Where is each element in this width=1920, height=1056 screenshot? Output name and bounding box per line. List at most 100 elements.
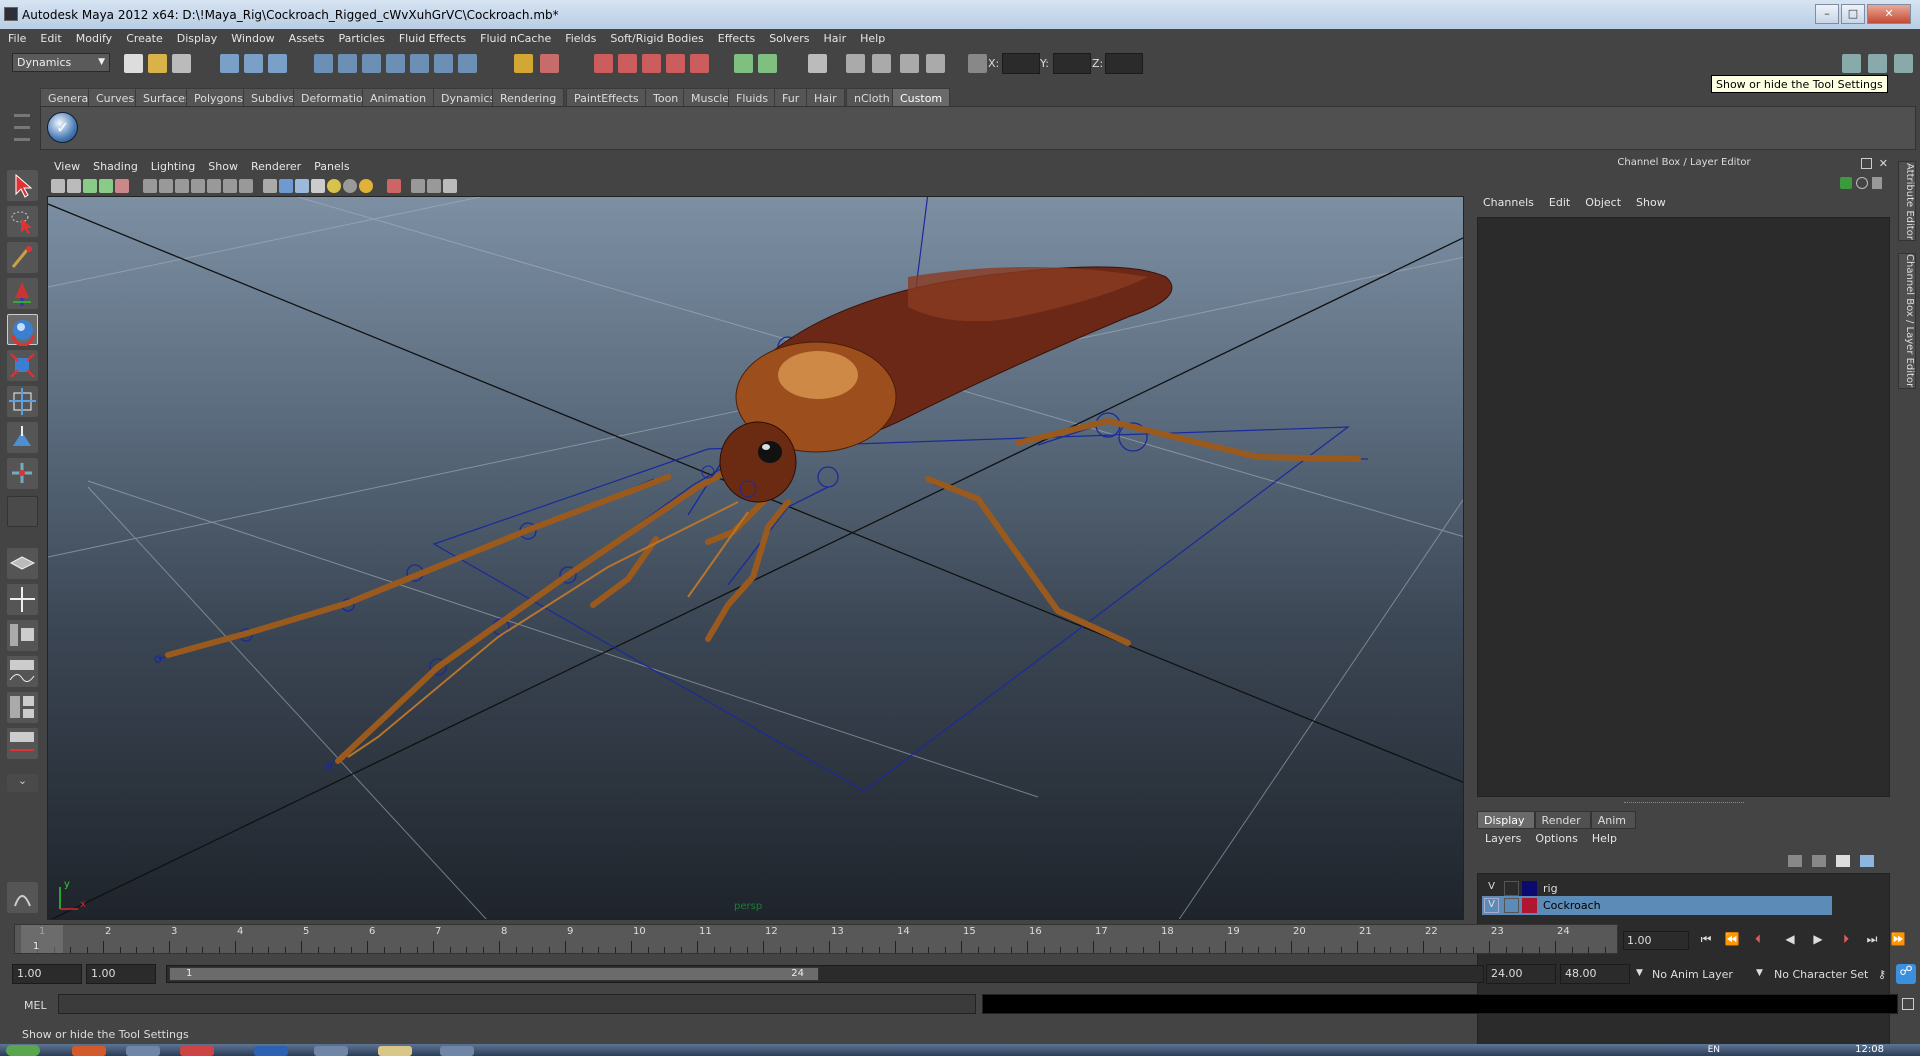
layer-color-swatch[interactable] (1522, 881, 1537, 896)
layer-color-swatch[interactable] (1522, 898, 1537, 913)
paint-select-tool-icon[interactable] (7, 242, 38, 273)
menu-effects[interactable]: Effects (710, 29, 761, 45)
script-editor-icon[interactable] (846, 54, 865, 73)
reflection-icon[interactable] (758, 54, 777, 73)
select-tool-icon[interactable] (7, 170, 38, 201)
menu-soft-rigid-bodies[interactable]: Soft/Rigid Bodies (602, 29, 709, 45)
menu-solvers[interactable]: Solvers (761, 29, 815, 45)
layer-tab-anim[interactable]: Anim (1590, 811, 1636, 829)
menu-file[interactable]: File (0, 29, 32, 45)
render-settings-icon[interactable] (642, 54, 661, 73)
safe-action-icon[interactable] (223, 179, 237, 193)
shelf-tab-rendering[interactable]: Rendering (492, 88, 565, 107)
open-scene-icon[interactable] (148, 54, 167, 73)
textured-icon[interactable] (311, 179, 325, 193)
shelf-tab-ncloth[interactable]: nCloth (846, 88, 898, 107)
field-chart-icon[interactable] (207, 179, 221, 193)
scale-tool-icon[interactable] (7, 350, 38, 381)
menu-create[interactable]: Create (118, 29, 169, 45)
smooth-shade-icon[interactable] (279, 179, 293, 193)
layer-menu-options[interactable]: Options (1527, 832, 1583, 845)
taskbar-app-icon[interactable] (180, 1046, 214, 1056)
y-field[interactable] (1053, 53, 1091, 74)
quick-layout-icon[interactable] (7, 882, 38, 913)
channel-box-menu-object[interactable]: Object (1576, 196, 1627, 209)
range-slider-track[interactable]: 1 24 (166, 965, 1484, 983)
lasso-tool-icon[interactable] (7, 206, 38, 237)
toggle-channel-box-icon[interactable] (1894, 54, 1913, 73)
time-slider[interactable]: 1234567891011121314151617181920212223241 (14, 924, 1618, 954)
layer-tab-render[interactable]: Render (1534, 811, 1591, 829)
current-frame-field[interactable]: 1.00 (1623, 931, 1689, 950)
snap-view-icon[interactable] (458, 54, 477, 73)
image-plane-icon[interactable] (99, 179, 113, 193)
use-all-lights-icon[interactable] (327, 179, 341, 193)
menu-particles[interactable]: Particles (330, 29, 390, 45)
panel-menu-shading[interactable]: Shading (86, 157, 144, 173)
new-layer-icon[interactable] (1836, 855, 1850, 867)
snap-point-icon[interactable] (362, 54, 381, 73)
show-manipulator-tool-icon[interactable] (7, 458, 38, 489)
wireframe-icon[interactable] (263, 179, 277, 193)
construction-history-icon[interactable] (734, 54, 753, 73)
render-view-icon[interactable] (690, 54, 709, 73)
snap-live-icon[interactable] (434, 54, 453, 73)
lock-icon[interactable] (514, 54, 533, 73)
taskbar-browser-icon[interactable] (72, 1046, 106, 1056)
layer-display-type-toggle[interactable] (1504, 881, 1519, 896)
z-field[interactable] (1105, 53, 1143, 74)
side-tab-channel-box-layer-editor[interactable]: Channel Box / Layer Editor (1898, 253, 1916, 389)
soft-mod-tool-icon[interactable] (7, 422, 38, 453)
panel-menu-panels[interactable]: Panels (307, 157, 355, 173)
menu-fluid-ncache[interactable]: Fluid nCache (472, 29, 557, 45)
shelf-tab-animation[interactable]: Animation (362, 88, 435, 107)
layer-row[interactable]: V Cockroach (1482, 896, 1832, 915)
persp-graph-layout-icon[interactable] (7, 656, 38, 687)
end-time-field[interactable]: 48.00 (1560, 964, 1630, 984)
layer-display-type-toggle[interactable] (1504, 898, 1519, 913)
script-editor-icon[interactable] (1902, 998, 1914, 1010)
range-slider-handle[interactable]: 1 24 (169, 967, 819, 981)
custom-shelf-button[interactable]: ✓ (47, 112, 78, 143)
close-panel-icon[interactable]: ✕ (1879, 157, 1888, 170)
panel-menu-renderer[interactable]: Renderer (244, 157, 307, 173)
go-to-end-icon[interactable]: ⏭ (1860, 932, 1884, 950)
shelf-tab-polygons[interactable]: Polygons (186, 88, 251, 107)
menu-window[interactable]: Window (223, 29, 280, 45)
layer-menu-layers[interactable]: Layers (1477, 832, 1527, 845)
step-forward-frame-icon[interactable]: ⏩ (1886, 932, 1910, 950)
x-field[interactable] (1002, 53, 1040, 74)
persp-trax-layout-icon[interactable] (7, 728, 38, 759)
perspective-viewport[interactable]: y x persp (47, 196, 1464, 920)
xray-joints-icon[interactable] (427, 179, 441, 193)
go-to-start-icon[interactable]: ⏮ (1694, 932, 1718, 950)
snap-grid-icon[interactable] (314, 54, 333, 73)
panel-splitter[interactable] (1624, 802, 1744, 804)
hypershade-icon[interactable] (666, 54, 685, 73)
layer-tab-display[interactable]: Display (1477, 811, 1535, 829)
playback-start-field[interactable]: 1.00 (86, 964, 156, 984)
new-scene-icon[interactable] (124, 54, 143, 73)
shelf-tab-custom[interactable]: Custom (892, 88, 951, 107)
start-time-field[interactable]: 1.00 (12, 964, 82, 984)
shadows-icon[interactable] (343, 179, 357, 193)
move-layer-up-icon[interactable] (1788, 855, 1802, 867)
toggle-tool-settings-icon[interactable] (1842, 54, 1861, 73)
new-layer-selected-icon[interactable] (1860, 855, 1874, 867)
taskbar-maya-icon[interactable] (440, 1046, 474, 1056)
float-panel-icon[interactable] (1861, 158, 1872, 169)
xray-icon[interactable] (411, 179, 425, 193)
layer-menu-help[interactable]: Help (1584, 832, 1623, 845)
command-input[interactable] (58, 994, 976, 1014)
chevron-down-icon[interactable]: ⌄ (7, 774, 38, 792)
render-current-frame-icon[interactable] (594, 54, 613, 73)
select-object-icon[interactable] (244, 54, 263, 73)
taskbar-app-icon[interactable] (126, 1046, 160, 1056)
character-set-selector[interactable]: No Character Set (1774, 968, 1868, 981)
last-tool-used-icon[interactable] (7, 496, 38, 527)
bookmarks-icon[interactable] (83, 179, 97, 193)
menu-fields[interactable]: Fields (557, 29, 602, 45)
shelf-tab-painteffects[interactable]: PaintEffects (566, 88, 647, 107)
menu-set-selector[interactable]: Dynamics ▼ (12, 53, 110, 72)
panel-menu-show[interactable]: Show (201, 157, 244, 173)
